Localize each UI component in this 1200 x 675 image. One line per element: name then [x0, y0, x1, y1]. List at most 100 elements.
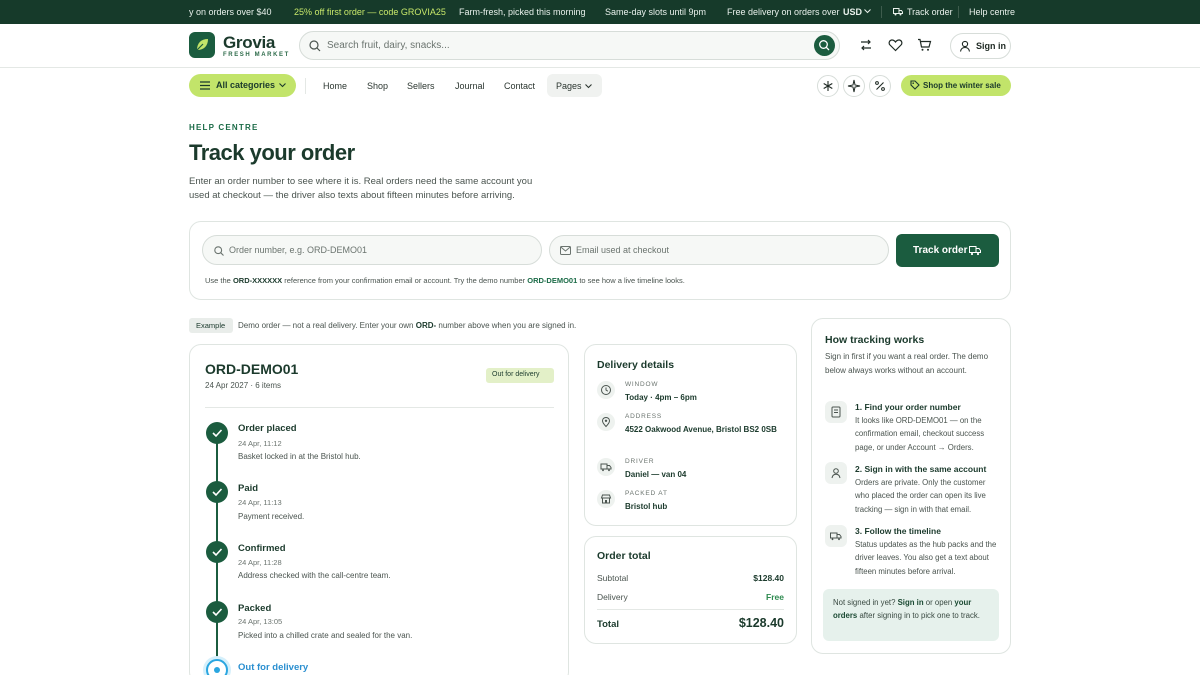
- how-step-title: 2. Sign in with the same account: [855, 464, 987, 474]
- step-done-marker: [206, 422, 228, 444]
- sign-in-link[interactable]: Sign in: [898, 598, 924, 607]
- promo-strip: y on orders over $40 25% off first order…: [0, 0, 1200, 24]
- brand-tagline: FRESH MARKET: [223, 52, 290, 58]
- how-step-title: 1. Find your order number: [855, 402, 961, 412]
- promo-text-1: y on orders over $40: [189, 7, 272, 17]
- sparkle-button[interactable]: [843, 75, 865, 97]
- step-current-marker: [206, 659, 228, 675]
- mail-icon: [560, 246, 571, 255]
- all-categories-button[interactable]: All categories: [189, 74, 296, 97]
- sparkle-icon: [847, 79, 861, 93]
- grand-total-row: Total $128.40: [597, 616, 784, 630]
- email-input[interactable]: Email used at checkout: [576, 245, 669, 255]
- currency-select[interactable]: USD: [843, 7, 862, 17]
- search-input[interactable]: Search fruit, dairy, snacks...: [327, 40, 450, 51]
- promo-text-5: Free delivery on orders over: [727, 7, 840, 17]
- check-icon: [212, 429, 223, 438]
- check-icon: [212, 488, 223, 497]
- track-order-button[interactable]: Track order: [896, 234, 999, 267]
- truck-icon: [825, 525, 847, 547]
- nav-home[interactable]: Home: [323, 81, 347, 91]
- divider: [597, 609, 784, 610]
- chevron-down-icon: [279, 83, 286, 88]
- nav-contact[interactable]: Contact: [504, 81, 535, 91]
- heart-icon[interactable]: [888, 38, 904, 54]
- subtotal-value: $128.40: [753, 573, 784, 583]
- discount-button[interactable]: [869, 75, 891, 97]
- timeline-step-title: Confirmed: [238, 543, 286, 554]
- divider: [881, 6, 882, 18]
- delivery-label: DRIVER: [625, 458, 655, 465]
- search-button[interactable]: [814, 35, 835, 56]
- divider: [305, 78, 306, 94]
- brand-name[interactable]: Grovia: [223, 33, 275, 53]
- receipt-icon: [825, 401, 847, 423]
- truck-icon: [597, 458, 615, 476]
- tag-icon: [910, 80, 920, 90]
- how-tracking-works-card: How tracking works Sign in first if you …: [811, 318, 1011, 654]
- order-number: ORD-DEMO01: [205, 361, 299, 377]
- promo-text-2: 25% off first order — code GROVIA25: [294, 7, 446, 17]
- nav-journal[interactable]: Journal: [455, 81, 485, 91]
- email-field[interactable]: Email used at checkout: [549, 235, 889, 265]
- clock-icon: [597, 381, 615, 399]
- help-centre-link[interactable]: Help centre: [969, 7, 1015, 17]
- timeline-step-desc: Address checked with the call-centre tea…: [238, 571, 391, 580]
- delivery-label: WINDOW: [625, 381, 659, 388]
- timeline-step-title: Paid: [238, 483, 259, 494]
- delivery-value: 4522 Oakwood Avenue, Bristol BS2 0SB: [625, 425, 777, 434]
- demo-order-link[interactable]: ORD-DEMO01: [527, 276, 577, 285]
- logo-mark[interactable]: [189, 32, 215, 58]
- chevron-down-icon: [585, 84, 592, 89]
- order-timeline-card: ORD-DEMO01 24 Apr 2027 · 6 items Out for…: [189, 344, 569, 675]
- order-total-title: Order total: [597, 550, 651, 562]
- compare-icon[interactable]: [859, 38, 875, 54]
- search-bar[interactable]: Search fruit, dairy, snacks...: [299, 31, 840, 60]
- delivery-label: PACKED AT: [625, 490, 668, 497]
- cart-icon[interactable]: [917, 38, 933, 54]
- timeline-step-time: 24 Apr, 11:13: [238, 498, 282, 507]
- timeline-step-title: Packed: [238, 603, 272, 614]
- delivery-value: Daniel — van 04: [625, 470, 687, 479]
- check-icon: [212, 608, 223, 617]
- promo-text-4: Same-day slots until 9pm: [605, 7, 707, 17]
- user-icon: [959, 40, 971, 52]
- order-number-input[interactable]: Order number, e.g. ORD-DEMO01: [229, 245, 367, 255]
- truck-icon: [969, 246, 981, 256]
- grand-total-label: Total: [597, 619, 619, 630]
- nav-shop[interactable]: Shop: [367, 81, 388, 91]
- track-form-card: Order number, e.g. ORD-DEMO01 Email used…: [189, 221, 1011, 300]
- winter-sale-button[interactable]: Shop the winter sale: [901, 75, 1011, 96]
- reference-format: ORD-XXXXXX: [232, 276, 283, 285]
- search-icon: [819, 40, 830, 51]
- how-step-desc: Orders are private. Only the customer wh…: [855, 478, 986, 514]
- how-intro: Sign in first if you want a real order. …: [825, 352, 989, 375]
- nav-pages-dropdown[interactable]: Pages: [547, 74, 602, 97]
- truck-icon: [893, 8, 903, 16]
- divider: [205, 407, 554, 408]
- track-order-label: Track order: [913, 245, 968, 256]
- order-number-field[interactable]: Order number, e.g. ORD-DEMO01: [202, 235, 542, 265]
- track-order-link[interactable]: Track order: [907, 7, 953, 17]
- delivery-value: Today · 4pm – 6pm: [625, 393, 697, 402]
- delivery-label: ADDRESS: [625, 413, 663, 420]
- nav-pages-label: Pages: [556, 81, 582, 91]
- delivery-details-card: Delivery details WINDOW Today · 4pm – 6p…: [584, 344, 797, 526]
- store-icon: [597, 490, 615, 508]
- sign-in-button[interactable]: Sign in: [950, 33, 1011, 59]
- snowflake-icon: [823, 81, 833, 91]
- nav-sellers[interactable]: Sellers: [407, 81, 435, 91]
- snowflake-button[interactable]: [817, 75, 839, 97]
- step-done-marker: [206, 481, 228, 503]
- order-meta: 24 Apr 2027 · 6 items: [205, 381, 282, 390]
- how-step-title: 3. Follow the timeline: [855, 526, 941, 536]
- step-done-marker: [206, 541, 228, 563]
- percent-icon: [875, 81, 885, 91]
- all-categories-label: All categories: [216, 80, 276, 90]
- search-icon: [214, 246, 224, 256]
- timeline-step-time: 24 Apr, 11:28: [238, 558, 282, 567]
- example-badge: Example: [189, 318, 233, 333]
- timeline-step-time: 24 Apr, 11:12: [238, 439, 282, 448]
- sign-in-notice: Not signed in yet? Sign in or open your …: [823, 589, 999, 641]
- delivery-value: Bristol hub: [625, 502, 668, 511]
